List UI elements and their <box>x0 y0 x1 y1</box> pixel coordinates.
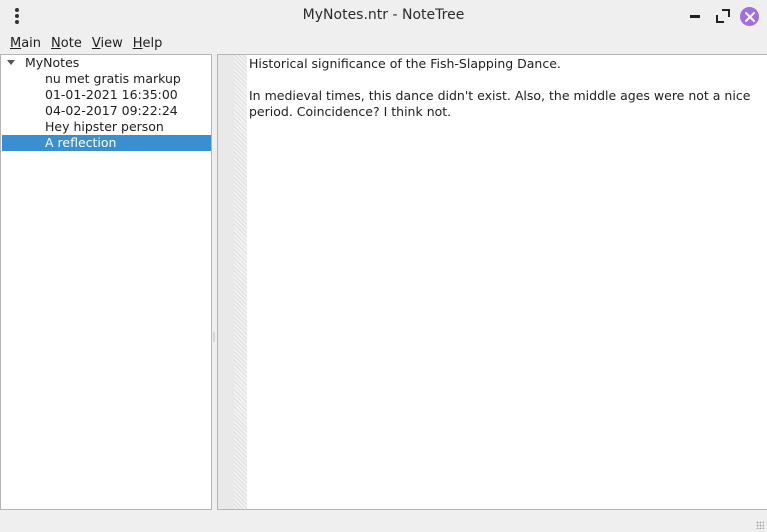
tree-item-root[interactable]: MyNotes <box>2 55 211 71</box>
menu-main-label: ain <box>21 35 42 51</box>
tree-item[interactable]: nu met gratis markup <box>2 71 211 87</box>
tree-item-selected[interactable]: A reflection <box>2 135 211 151</box>
status-bar <box>0 510 767 532</box>
menu-note[interactable]: Note <box>46 36 87 51</box>
menu-help[interactable]: Help <box>128 36 168 51</box>
maximize-icon <box>716 9 730 23</box>
tree-item[interactable]: 04-02-2017 09:22:24 <box>2 103 211 119</box>
tree-item-label: Hey hipster person <box>45 119 164 134</box>
tree-item-label: 01-01-2021 16:35:00 <box>45 87 178 102</box>
menu-main[interactable]: Main <box>5 36 46 51</box>
menu-help-label: elp <box>142 35 163 51</box>
menu-view[interactable]: View <box>87 36 128 51</box>
tree-item-label: A reflection <box>45 135 117 150</box>
note-line: Historical significance of the Fish-Slap… <box>249 56 561 71</box>
editor-margin <box>234 55 247 509</box>
splitter-grip-icon <box>213 332 215 342</box>
resize-grip-icon[interactable] <box>756 521 764 529</box>
note-tree[interactable]: MyNotes nu met gratis markup 01-01-2021 … <box>0 54 212 510</box>
note-text[interactable]: Historical significance of the Fish-Slap… <box>249 55 764 120</box>
chevron-down-icon[interactable] <box>7 60 15 65</box>
menu-view-label: iew <box>100 35 123 51</box>
menu-note-label: ote <box>60 35 82 51</box>
close-button[interactable] <box>740 7 759 26</box>
menu-note-mnemonic: N <box>51 35 61 51</box>
menu-bar: Main Note View Help <box>0 33 767 53</box>
close-icon <box>744 11 755 22</box>
maximize-button[interactable] <box>713 6 733 26</box>
window-title: MyNotes.ntr - NoteTree <box>302 7 465 23</box>
tree-item[interactable]: Hey hipster person <box>2 119 211 135</box>
editor-gutter <box>218 55 234 509</box>
note-line: period. Coincidence? I think not. <box>249 104 452 119</box>
title-bar: MyNotes.ntr - NoteTree <box>0 0 767 32</box>
note-editor[interactable]: Historical significance of the Fish-Slap… <box>217 54 767 510</box>
tree-item-label: 04-02-2017 09:22:24 <box>45 103 178 118</box>
minimize-button[interactable] <box>685 6 705 26</box>
note-line: In medieval times, this dance didn't exi… <box>249 88 751 103</box>
tree-item-label: nu met gratis markup <box>45 71 181 86</box>
tree-item[interactable]: 01-01-2021 16:35:00 <box>2 87 211 103</box>
menu-main-mnemonic: M <box>10 35 22 51</box>
tree-item-label: MyNotes <box>25 55 80 70</box>
